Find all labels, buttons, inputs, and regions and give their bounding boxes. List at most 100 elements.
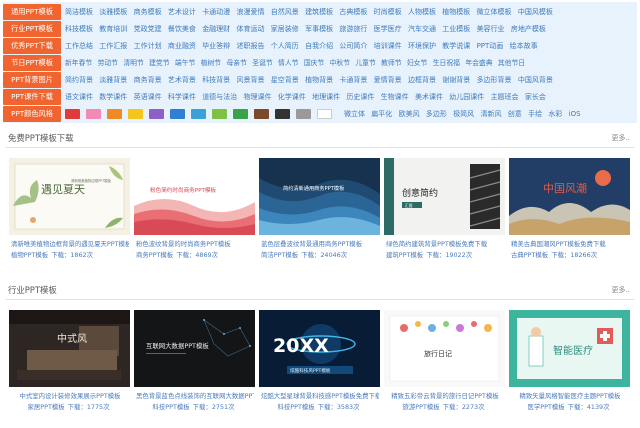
nav-link[interactable]: 卡通背景: [339, 72, 367, 88]
nav-link[interactable]: 情人节: [278, 55, 298, 71]
template-title[interactable]: 粉色波纹背景的时尚商务PPT模板: [136, 239, 254, 250]
nav-link[interactable]: 年会盛典: [465, 55, 492, 71]
color-swatch-purple[interactable]: [149, 109, 164, 119]
nav-link[interactable]: 物理课件: [243, 89, 271, 105]
nav-link[interactable]: 主题班会: [491, 89, 519, 105]
nav-link[interactable]: 妇女节: [407, 55, 427, 71]
nav-link[interactable]: 中国风背景: [518, 72, 553, 88]
nav-link[interactable]: 中秋节: [330, 55, 350, 71]
color-swatch-white[interactable]: [317, 109, 332, 119]
color-swatch-red[interactable]: [65, 109, 80, 119]
template-description[interactable]: 粉色波纹背景的时尚商务PPT模板 商务PPT模板 下载：4869次: [136, 239, 254, 261]
style-link[interactable]: 微立体: [344, 106, 365, 122]
nav-link[interactable]: 微立体模板: [477, 4, 512, 20]
nav-link[interactable]: 军事模板: [305, 21, 333, 37]
nav-link[interactable]: 道德与法治: [202, 89, 237, 105]
template-thumbnail[interactable]: 智能医疗: [509, 310, 630, 387]
nav-link[interactable]: 家长会: [525, 89, 546, 105]
more-link[interactable]: 更多..: [612, 283, 630, 297]
nav-link[interactable]: 环境保护: [408, 38, 436, 54]
template-card[interactable]: 互联网大数据PPT模板 黑色背景蓝色点线装饰的互联网大数据PPT模板 科技PPT…: [134, 310, 255, 428]
template-thumbnail[interactable]: 粉色简约时尚商务PPT模板: [134, 158, 255, 235]
nav-link[interactable]: 汽车交通: [408, 21, 436, 37]
nav-link[interactable]: 劳动节: [98, 55, 118, 71]
nav-link[interactable]: 简约背景: [65, 72, 93, 88]
template-description[interactable]: 精美古典国潮风PPT模板免费下载 古典PPT模板 下载：18266次: [511, 239, 629, 261]
color-swatch-brown[interactable]: [254, 109, 269, 119]
more-link[interactable]: 更多..: [612, 131, 630, 145]
nav-link[interactable]: 植物模板: [442, 4, 470, 20]
template-thumbnail[interactable]: 简约清新通用商务PPT模板: [259, 158, 380, 235]
nav-label[interactable]: PPT颜色风格: [3, 106, 61, 122]
template-category[interactable]: 商务PPT模板: [136, 251, 173, 259]
template-title[interactable]: 绿色简约建筑背景PPT模板免费下载: [386, 239, 504, 250]
style-link[interactable]: 创意: [508, 106, 522, 122]
template-category[interactable]: 旅游PPT模板: [402, 403, 439, 411]
template-description[interactable]: 黑色背景蓝色点线装饰的互联网大数据PPT模板 科技PPT模板下载：2751次: [136, 391, 254, 413]
nav-link[interactable]: 卡通动漫: [202, 4, 230, 20]
nav-link[interactable]: 新年春节: [65, 55, 92, 71]
color-swatch-orange[interactable]: [107, 109, 122, 119]
template-description[interactable]: 精致矢量风格智能医疗主题PPT模板 医学PPT模板 下载：4139次: [511, 391, 629, 413]
template-card[interactable]: 创意简约 汇报 绿色简约建筑背景PPT模板免费下载 建筑PPT模板 下载：1902…: [384, 158, 505, 278]
template-title[interactable]: 精致矢量风格智能医疗主题PPT模板: [511, 391, 629, 402]
nav-link[interactable]: 餐饮美食: [168, 21, 196, 37]
style-link[interactable]: 极简风: [453, 106, 474, 122]
nav-link[interactable]: 科学课件: [168, 89, 196, 105]
template-description[interactable]: 中式室内设计装修效果展示PPT模板 家居PPT模板 下载：1775次: [11, 391, 129, 413]
nav-link[interactable]: 绘本故事: [510, 38, 538, 54]
template-card[interactable]: 中国风潮 精美古典国潮风PPT模板免费下载 古典PPT模板 下载：18266次: [509, 158, 630, 278]
template-description[interactable]: 蓝色层叠波纹背景通用商务PPT模板 简洁PPT模板 下载：24046次: [261, 239, 379, 261]
nav-link[interactable]: 工作总结: [65, 38, 93, 54]
nav-link[interactable]: 淡雅模板: [99, 4, 127, 20]
nav-link[interactable]: PPT动画: [477, 38, 504, 54]
nav-link[interactable]: 淡雅背景: [99, 72, 127, 88]
nav-link[interactable]: 清明节: [123, 55, 143, 71]
nav-link[interactable]: 医学医疗: [374, 21, 402, 37]
template-card[interactable]: 中式风 中式室内设计装修效果展示PPT模板 家居PPT模板 下载：1775次: [9, 310, 130, 428]
nav-link[interactable]: 爱情背景: [374, 72, 402, 88]
nav-link[interactable]: 边框背景: [408, 72, 436, 88]
nav-link[interactable]: 商业融资: [168, 38, 196, 54]
nav-link[interactable]: 时尚模板: [374, 4, 402, 20]
template-category[interactable]: 建筑PPT模板: [386, 251, 423, 259]
nav-link[interactable]: 家居装修: [271, 21, 299, 37]
style-link[interactable]: 欧美风: [399, 106, 420, 122]
nav-link[interactable]: 谢谢背景: [442, 72, 470, 88]
nav-label[interactable]: PPT背景图片: [3, 72, 61, 88]
template-category[interactable]: 古典PPT模板: [511, 251, 548, 259]
template-title[interactable]: 黑色背景蓝色点线装饰的互联网大数据PPT模板: [136, 391, 254, 402]
template-thumbnail[interactable]: 旅行日记: [384, 310, 505, 387]
nav-link[interactable]: 英语课件: [134, 89, 162, 105]
nav-link[interactable]: 教师节: [381, 55, 401, 71]
template-category[interactable]: 医学PPT模板: [527, 403, 564, 411]
nav-link[interactable]: 旅游旅行: [339, 21, 367, 37]
template-thumbnail[interactable]: 中国风潮: [509, 158, 630, 235]
template-card[interactable]: 遇见夏天 清新唯美植物边框PPT模板 清新唯美植物边框背景的遇见夏天PPT模板 …: [9, 158, 130, 278]
nav-link[interactable]: 美术课件: [415, 89, 443, 105]
nav-link[interactable]: 商务背景: [134, 72, 162, 88]
template-title[interactable]: 中式室内设计装修效果展示PPT模板: [11, 391, 129, 402]
template-title[interactable]: 精致五彩帝云背景的旅行日记PPT模板: [386, 391, 504, 402]
template-title[interactable]: 精美古典国潮风PPT模板免费下载: [511, 239, 629, 250]
template-thumbnail[interactable]: 中式风: [9, 310, 130, 387]
nav-link[interactable]: 植物背景: [305, 72, 333, 88]
nav-link[interactable]: 中国风模板: [518, 4, 553, 20]
style-link[interactable]: 扁平化: [371, 106, 392, 122]
nav-link[interactable]: 教育培训: [99, 21, 127, 37]
color-swatch-black[interactable]: [275, 109, 290, 119]
color-swatch-light-green[interactable]: [212, 109, 227, 119]
template-thumbnail[interactable]: 20XX 炫酷科技风PPT模板: [259, 310, 380, 387]
template-title[interactable]: 蓝色层叠波纹背景通用商务PPT模板: [261, 239, 379, 250]
nav-link[interactable]: 古典模板: [339, 4, 367, 20]
nav-link[interactable]: 公司简介: [339, 38, 367, 54]
nav-link[interactable]: 国庆节: [304, 55, 324, 71]
template-thumbnail[interactable]: 遇见夏天 清新唯美植物边框PPT模板: [9, 158, 130, 235]
nav-label[interactable]: 行业PPT模板: [3, 21, 61, 37]
nav-link[interactable]: 地理课件: [312, 89, 340, 105]
nav-link[interactable]: 建党节: [149, 55, 169, 71]
template-card[interactable]: 智能医疗 精致矢量风格智能医疗主题PPT模板 医学PPT模板 下载：4139次: [509, 310, 630, 428]
nav-link[interactable]: 母亲节: [226, 55, 246, 71]
nav-link[interactable]: 工作计划: [134, 38, 162, 54]
nav-link[interactable]: 其他节日: [498, 55, 525, 71]
